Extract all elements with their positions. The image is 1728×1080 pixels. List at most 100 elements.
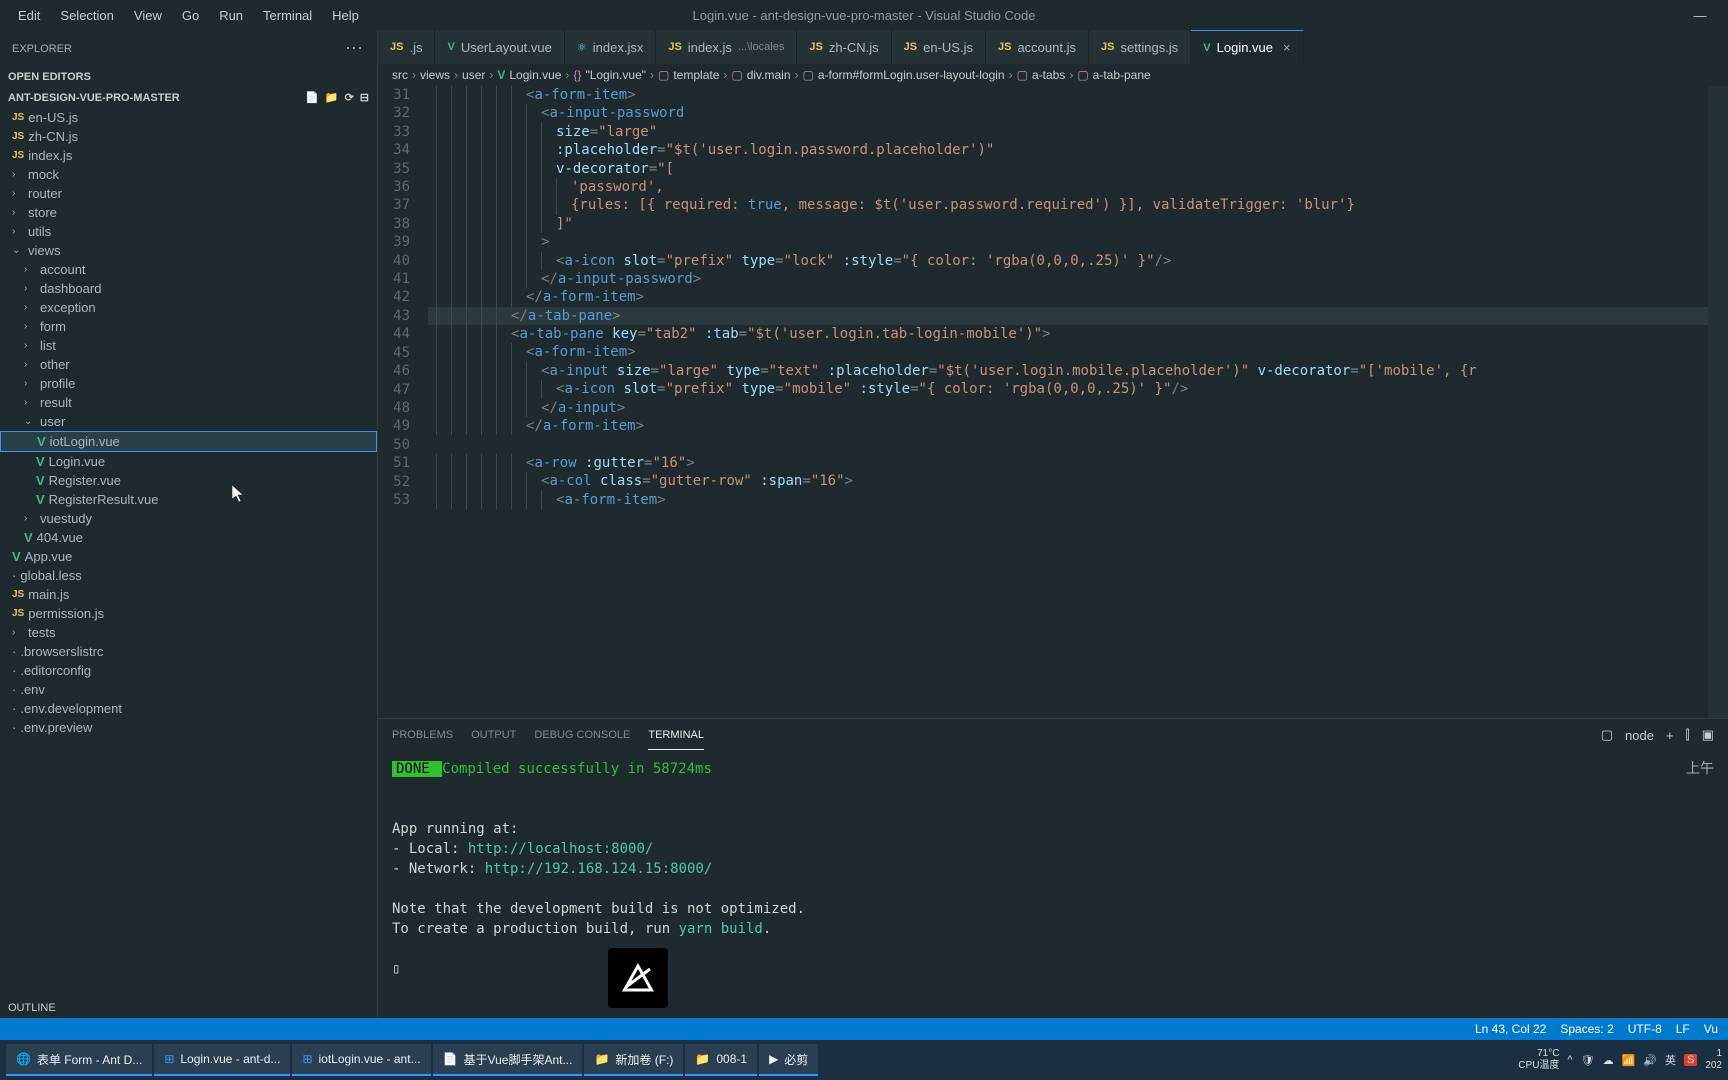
panel-tab-terminal[interactable]: TERMINAL bbox=[648, 721, 704, 750]
status-item[interactable]: UTF-8 bbox=[1628, 1022, 1662, 1036]
editor-tab[interactable]: JSsettings.js bbox=[1089, 30, 1191, 64]
tree-item[interactable]: VLogin.vue bbox=[0, 452, 377, 471]
tray-sogou-icon[interactable]: S bbox=[1684, 1054, 1697, 1066]
breadcrumb-item[interactable]: ▢ a-form#formLogin.user-layout-login bbox=[803, 68, 1005, 82]
tree-item[interactable]: ·.env.preview bbox=[0, 718, 377, 737]
tray-cloud-icon[interactable]: ☁ bbox=[1603, 1054, 1614, 1067]
open-editors-header[interactable]: OPEN EDITORS bbox=[0, 67, 377, 87]
code-area[interactable]: 3132333435363738394041424344454647484950… bbox=[378, 86, 1728, 718]
menu-go[interactable]: Go bbox=[172, 4, 209, 27]
tree-item[interactable]: JSindex.js bbox=[0, 146, 377, 165]
tree-item[interactable]: ·global.less bbox=[0, 566, 377, 585]
menu-help[interactable]: Help bbox=[322, 4, 369, 27]
tree-item[interactable]: ›list bbox=[0, 336, 377, 355]
tree-item[interactable]: JSmain.js bbox=[0, 585, 377, 604]
tree-item[interactable]: ›vuestudy bbox=[0, 509, 377, 528]
tray-ime-icon[interactable]: 英 bbox=[1665, 1052, 1676, 1068]
tree-item[interactable]: ›other bbox=[0, 355, 377, 374]
editor-tab[interactable]: JSindex.js...\locales bbox=[656, 30, 797, 64]
taskbar-item[interactable]: 📁新加卷 (F:) bbox=[584, 1044, 683, 1076]
breadcrumb-item[interactable]: {} "Login.vue" bbox=[573, 68, 646, 82]
tree-item[interactable]: VRegisterResult.vue bbox=[0, 490, 377, 509]
tree-item[interactable]: VApp.vue bbox=[0, 547, 377, 566]
tree-item[interactable]: ›result bbox=[0, 393, 377, 412]
tree-item[interactable]: ·.env bbox=[0, 680, 377, 699]
tree-item[interactable]: ·.browserslistrc bbox=[0, 642, 377, 661]
tree-item[interactable]: ›utils bbox=[0, 222, 377, 241]
breadcrumb-item[interactable]: ▢ div.main bbox=[731, 68, 790, 82]
minimize-button[interactable]: — bbox=[1680, 8, 1720, 23]
taskbar-item[interactable]: ⊞Login.vue - ant-d... bbox=[154, 1044, 290, 1076]
editor-tab[interactable]: JS.js bbox=[378, 30, 435, 64]
new-folder-icon[interactable]: 📁 bbox=[325, 91, 339, 104]
tray-net-icon[interactable]: 📶 bbox=[1622, 1054, 1636, 1067]
tree-item[interactable]: JSzh-CN.js bbox=[0, 127, 377, 146]
editor-tab[interactable]: ⚛index.jsx bbox=[565, 30, 656, 64]
breadcrumb-item[interactable]: ▢ a-tabs bbox=[1017, 68, 1066, 82]
breadcrumb-item[interactable]: ▢ template bbox=[658, 68, 719, 82]
menu-selection[interactable]: Selection bbox=[50, 4, 123, 27]
menu-run[interactable]: Run bbox=[209, 4, 253, 27]
project-header[interactable]: ANT-DESIGN-VUE-PRO-MASTER 📄 📁 ⟳ ⊟ bbox=[0, 87, 377, 108]
editor-tab[interactable]: JSaccount.js bbox=[986, 30, 1089, 64]
tree-item[interactable]: ·.env.development bbox=[0, 699, 377, 718]
tree-item[interactable]: ›account bbox=[0, 260, 377, 279]
new-terminal-icon[interactable]: + bbox=[1666, 728, 1674, 743]
tree-item[interactable]: V404.vue bbox=[0, 528, 377, 547]
maximize-panel-icon[interactable]: ▣ bbox=[1702, 727, 1714, 743]
breadcrumb[interactable]: src›views›user›V Login.vue›{} "Login.vue… bbox=[378, 64, 1728, 86]
cpu-temp[interactable]: 71°C CPU温度 bbox=[1518, 1048, 1559, 1072]
taskbar-item[interactable]: ▶必剪 bbox=[759, 1044, 818, 1076]
clock[interactable]: 1 202 bbox=[1705, 1048, 1722, 1072]
new-file-icon[interactable]: 📄 bbox=[305, 91, 319, 104]
tray-up-icon[interactable]: ^ bbox=[1567, 1054, 1572, 1066]
panel-tab-problems[interactable]: PROBLEMS bbox=[392, 721, 453, 749]
terminal-output[interactable]: 上午 DONE Compiled successfully in 58724ms… bbox=[378, 751, 1728, 1018]
breadcrumb-item[interactable]: views bbox=[420, 68, 450, 82]
tree-item[interactable]: ·.editorconfig bbox=[0, 661, 377, 680]
taskbar-item[interactable]: 🌐表单 Form - Ant D... bbox=[6, 1044, 152, 1076]
minimap[interactable] bbox=[1708, 86, 1728, 718]
panel-tab-output[interactable]: OUTPUT bbox=[471, 721, 516, 749]
collapse-icon[interactable]: ⊟ bbox=[360, 91, 369, 104]
panel-tab-debug-console[interactable]: DEBUG CONSOLE bbox=[534, 721, 630, 749]
outline-header[interactable]: OUTLINE bbox=[0, 998, 377, 1018]
menu-edit[interactable]: Edit bbox=[8, 4, 50, 27]
tray-shield-icon[interactable]: 🛡 bbox=[1581, 1054, 1595, 1067]
tree-item[interactable]: ›store bbox=[0, 203, 377, 222]
breadcrumb-item[interactable]: V Login.vue bbox=[497, 68, 561, 82]
taskbar-item[interactable]: ⊞iotLogin.vue - ant... bbox=[292, 1044, 430, 1076]
editor-tab[interactable]: VLogin.vue× bbox=[1191, 30, 1303, 64]
tree-item[interactable]: ›tests bbox=[0, 623, 377, 642]
tree-item[interactable]: JSen-US.js bbox=[0, 108, 377, 127]
tree-item[interactable]: VRegister.vue bbox=[0, 471, 377, 490]
tree-item[interactable]: JSpermission.js bbox=[0, 604, 377, 623]
tree-item[interactable]: ›form bbox=[0, 317, 377, 336]
taskbar-item[interactable]: 📄基于Vue脚手架Ant... bbox=[433, 1044, 583, 1076]
code-content[interactable]: <a-form-item><a-input-passwordsize="larg… bbox=[428, 86, 1708, 718]
status-item[interactable]: Vu bbox=[1704, 1022, 1718, 1036]
tree-item[interactable]: ›router bbox=[0, 184, 377, 203]
tray-volume-icon[interactable]: 🔊 bbox=[1643, 1054, 1657, 1067]
menu-view[interactable]: View bbox=[124, 4, 172, 27]
terminal-shell-name[interactable]: node bbox=[1625, 728, 1654, 743]
refresh-icon[interactable]: ⟳ bbox=[345, 91, 354, 104]
net-url[interactable]: http://192.168.124.15: bbox=[485, 861, 670, 877]
tree-item[interactable]: ›dashboard bbox=[0, 279, 377, 298]
breadcrumb-item[interactable]: ▢ a-tab-pane bbox=[1077, 68, 1150, 82]
tree-item[interactable]: ViotLogin.vue bbox=[0, 431, 377, 452]
tree-item[interactable]: ⌄user bbox=[0, 412, 377, 431]
status-item[interactable]: Ln 43, Col 22 bbox=[1475, 1022, 1546, 1036]
terminal-shell-icon[interactable]: ▢ bbox=[1601, 727, 1613, 743]
status-item[interactable]: Spaces: 2 bbox=[1560, 1022, 1613, 1036]
local-url[interactable]: http://localhost: bbox=[468, 841, 611, 857]
tree-item[interactable]: ›profile bbox=[0, 374, 377, 393]
menu-terminal[interactable]: Terminal bbox=[253, 4, 322, 27]
tree-item[interactable]: ⌄views bbox=[0, 241, 377, 260]
tree-item[interactable]: ›exception bbox=[0, 298, 377, 317]
split-terminal-icon[interactable]: ⫿ bbox=[1686, 727, 1690, 743]
editor-tab[interactable]: JSzh-CN.js bbox=[797, 30, 891, 64]
editor-tab[interactable]: VUserLayout.vue bbox=[435, 30, 564, 64]
editor-tab[interactable]: JSen-US.js bbox=[892, 30, 986, 64]
breadcrumb-item[interactable]: user bbox=[462, 68, 485, 82]
